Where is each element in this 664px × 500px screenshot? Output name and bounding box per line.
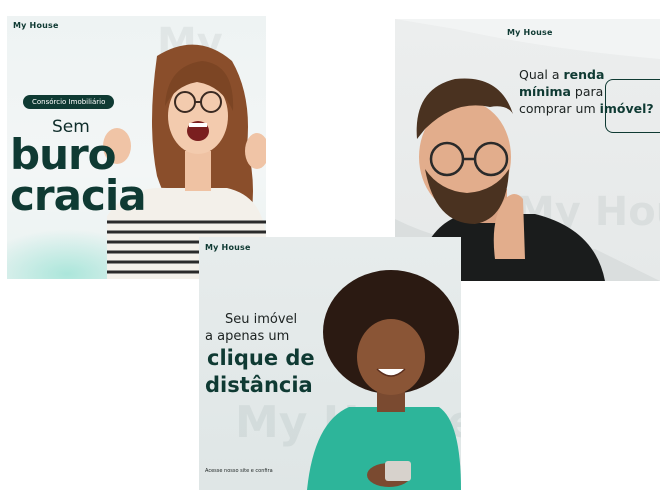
footer-cta: Acesse nosso site e confira xyxy=(205,468,273,474)
headline-line-2: a apenas um xyxy=(205,329,290,344)
question-part: Qual a xyxy=(519,67,564,82)
question-frame xyxy=(605,79,660,133)
headline-line-4: distância xyxy=(205,373,313,397)
headline-line-3: clique de xyxy=(207,346,315,370)
question-highlight: renda xyxy=(563,67,605,82)
category-badge: Consórcio Imobiliário xyxy=(23,95,115,109)
question-part: comprar um xyxy=(519,101,600,116)
headline-big-2: cracia xyxy=(10,171,147,220)
ad-gallery: { "logo_text": "My House", "card1": { "b… xyxy=(0,0,664,500)
question-part: para xyxy=(570,84,604,99)
headline-line-1: Seu imóvel xyxy=(225,312,298,327)
question-highlight: mínima xyxy=(519,84,571,99)
ad-card-clique: My House My House Seu imóvel a apenas um… xyxy=(199,237,461,490)
